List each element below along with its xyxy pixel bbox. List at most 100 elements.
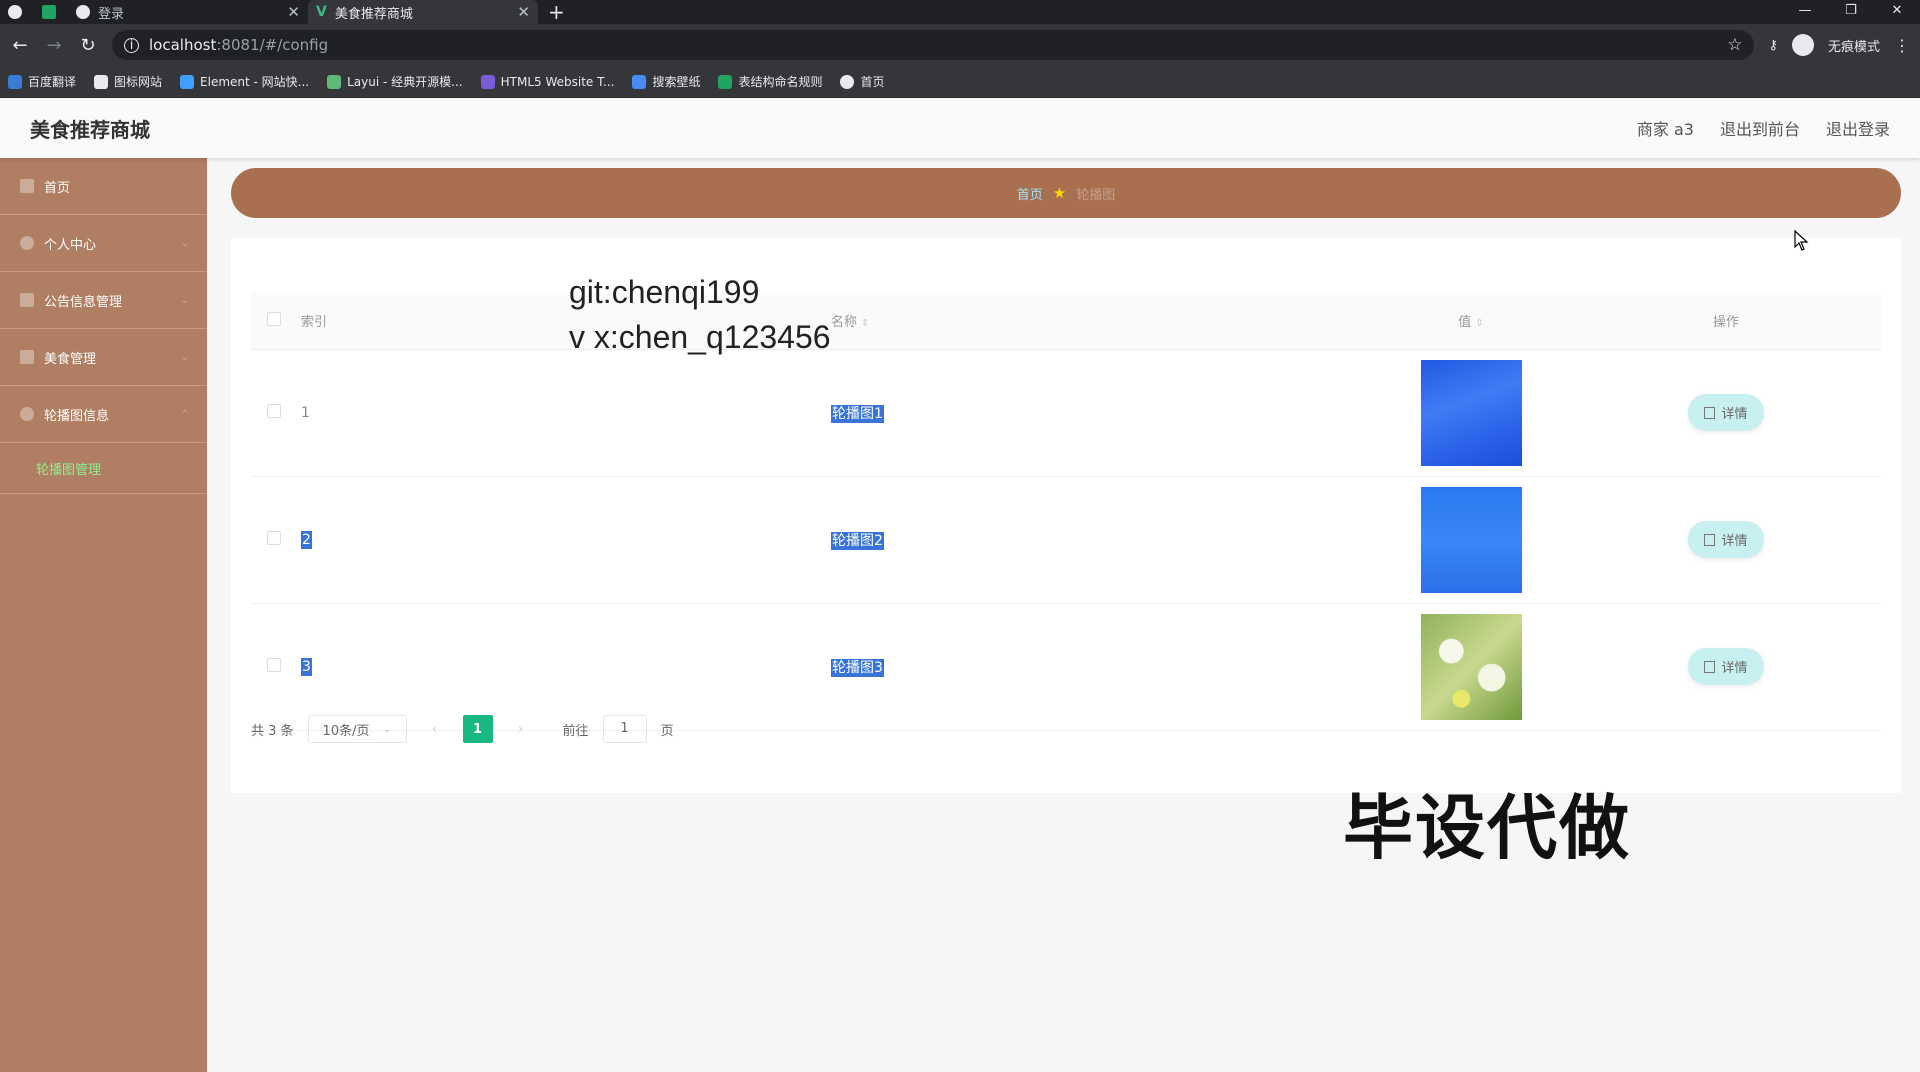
cell-index: 3 [301,657,312,676]
logout-link[interactable]: 退出登录 [1826,116,1890,140]
minimize-icon[interactable]: — [1782,0,1828,24]
html5-icon [480,74,495,89]
table-header-row: 索引 名称 ⇕ 值 ⇕ 操作 [251,293,1881,350]
page-size-select[interactable]: 10条/页 ⌄ [307,715,407,743]
carousel-thumbnail[interactable] [1420,613,1522,720]
close-icon[interactable]: ✕ [517,3,530,21]
sidebar-item-food[interactable]: 美食管理 ⌄ [0,329,207,386]
row-checkbox[interactable] [267,403,281,418]
watermark-corner: 毕设代做 [1343,787,1631,869]
page-number-active[interactable]: 1 [462,715,493,743]
bookmark-star-icon[interactable]: ☆ [1727,35,1742,55]
sidebar-item-label: 美食管理 [44,351,97,367]
detail-button[interactable]: 详情 [1688,521,1764,558]
url-path: :8081/#/config [216,36,329,54]
breadcrumb-current: 轮播图 [1076,187,1116,203]
notice-icon [20,293,34,307]
bookmark-item[interactable]: 首页 [840,73,885,90]
current-user: 商家 a3 [1636,120,1694,139]
star-icon: ★ [1052,184,1067,202]
reload-icon[interactable]: ↻ [78,35,98,56]
bookmark-item[interactable]: 图标网站 [94,73,162,90]
bookmark-label: 首页 [860,75,885,89]
globe-icon [840,74,855,89]
back-to-front-link[interactable]: 退出到前台 [1720,116,1800,140]
more-menu-icon[interactable]: ⋮ [1894,36,1910,55]
close-icon[interactable]: ✕ [287,3,300,21]
sort-icon[interactable]: ⇕ [861,318,869,329]
detail-button[interactable]: 详情 [1688,394,1764,431]
goto-page-input[interactable]: 1 [602,715,647,743]
watermark-line: v x:chen_q123456 [569,319,831,355]
app-header: 美食推荐商城 商家 a3 退出到前台 退出登录 [0,98,1920,158]
detail-button[interactable]: 详情 [1688,648,1764,685]
back-icon[interactable]: ← [10,35,30,56]
home-icon [20,179,34,193]
chevron-down-icon: ⌄ [180,351,189,363]
row-checkbox[interactable] [267,657,281,672]
key-icon[interactable]: ⚷ [1768,38,1778,53]
incognito-label[interactable]: 无痕模式 [1828,36,1880,55]
info-icon[interactable]: i [124,37,139,53]
data-table: 索引 名称 ⇕ 值 ⇕ 操作 1 轮播图1 详情 2 轮播图2 详情 3 轮播图… [251,293,1881,731]
bookmark-item[interactable]: Layui - 经典开源模... [327,73,463,90]
bookmark-item[interactable]: Element - 网站快... [180,73,309,90]
user-icon [20,236,34,250]
bookmark-label: 搜索壁纸 [652,75,701,89]
sidebar-subitem-carousel-manage[interactable]: 轮播图管理 [0,443,207,494]
breadcrumb-home[interactable]: 首页 [1017,184,1043,203]
cell-index: 2 [301,530,312,549]
watermark-contact: git:chenqi199 v x:chen_q123456 [569,270,831,360]
col-name[interactable]: 名称 ⇕ [831,293,1371,350]
cell-index: 1 [301,349,831,477]
bookmark-item[interactable]: 百度翻译 [8,73,76,90]
sidebar-item-carousel[interactable]: 轮播图信息 ⌃ [0,386,207,443]
bookmark-label: Element - 网站快... [200,75,310,89]
url-host: localhost [149,36,217,54]
prev-page-button[interactable]: ‹ [421,715,449,743]
cell-name: 轮播图3 [831,658,884,677]
forward-icon[interactable]: → [44,35,64,56]
col-value[interactable]: 值 ⇕ [1371,293,1571,350]
bookmark-item[interactable]: HTML5 Website T... [480,74,614,89]
close-window-icon[interactable]: ✕ [1874,0,1920,24]
bookmark-item[interactable]: 搜索壁纸 [632,73,700,90]
element-icon [180,74,195,89]
carousel-thumbnail[interactable] [1420,486,1522,593]
bookmark-item[interactable]: 表结构命名规则 [718,73,822,90]
document-icon [1704,533,1716,546]
detail-label: 详情 [1721,534,1748,549]
chevron-down-icon: ⌄ [180,237,189,249]
bookmark-label: 百度翻译 [28,75,77,89]
select-all-checkbox[interactable] [267,311,281,326]
next-page-button[interactable]: › [507,715,535,743]
browser-tab[interactable] [34,0,68,24]
sheet-icon [718,74,733,89]
sidebar-item-profile[interactable]: 个人中心 ⌄ [0,215,207,272]
restore-icon[interactable]: ❐ [1828,0,1874,24]
sidebar-item-notice[interactable]: 公告信息管理 ⌄ [0,272,207,329]
bookmarks-bar: 百度翻译 图标网站 Element - 网站快... Layui - 经典开源模… [0,66,1920,98]
vue-icon: V [316,4,327,20]
url-input[interactable]: i localhost:8081/#/config ☆ [112,30,1755,60]
table-row: 3 轮播图3 详情 [251,603,1881,731]
app-title: 美食推荐商城 [30,117,150,142]
globe-icon [8,5,22,19]
sidebar-item-home[interactable]: 首页 [0,158,207,215]
tab-label: 登录 [98,6,125,22]
address-bar: ← → ↻ i localhost:8081/#/config ☆ ⚷ 无痕模式… [0,24,1920,66]
sort-icon[interactable]: ⇕ [1475,318,1483,329]
row-checkbox[interactable] [267,530,281,545]
bookmark-label: Layui - 经典开源模... [347,75,463,89]
sidebar-item-label: 首页 [44,180,71,196]
carousel-thumbnail[interactable] [1420,359,1522,466]
bookmark-label: 图标网站 [114,75,163,89]
col-value-label: 值 [1458,315,1472,331]
new-tab-button[interactable]: + [548,0,565,24]
browser-tab-mall[interactable]: V 美食推荐商城 ✕ [308,0,538,24]
col-operation: 操作 [1571,293,1881,350]
browser-tab[interactable] [0,0,34,24]
chevron-up-icon: ⌃ [180,408,189,420]
browser-tab-login[interactable]: 登录 ✕ [68,0,308,24]
translate-icon [8,74,22,89]
